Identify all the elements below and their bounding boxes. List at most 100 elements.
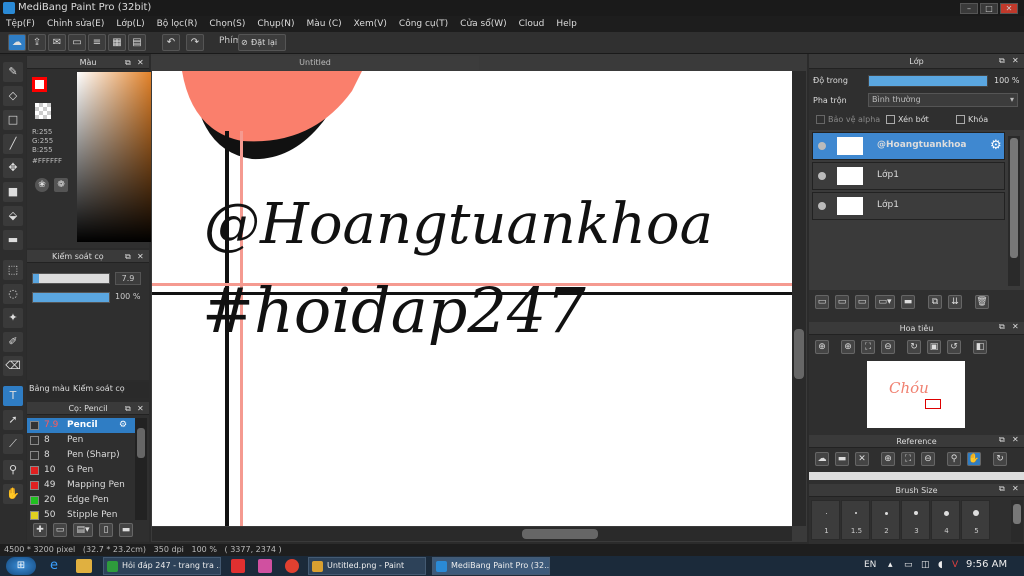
browser-icon[interactable]: e — [50, 558, 66, 574]
folder-icon[interactable]: ▬ — [119, 523, 133, 537]
brush-size-cell[interactable]: 2 — [871, 500, 900, 540]
grid-icon[interactable]: ▦ — [108, 34, 126, 51]
reset-rotation-icon[interactable]: ↺ — [947, 340, 961, 354]
media-player-icon[interactable] — [231, 559, 245, 573]
gear-icon[interactable]: ⚙ — [990, 138, 1002, 153]
add-halftone-layer-icon[interactable]: ▭ — [835, 295, 849, 309]
menu-layer[interactable]: Lớp(L) — [110, 19, 150, 29]
magic-wand-icon[interactable]: ✦ — [3, 308, 23, 328]
brush-file-icon[interactable]: ▯ — [99, 523, 113, 537]
taskbar-item[interactable]: MediBang Paint Pro (32... — [432, 557, 550, 575]
menu-file[interactable]: Tệp(F) — [0, 19, 41, 29]
move-tool-icon[interactable]: ✥ — [3, 158, 23, 178]
brush-list-scrollbar[interactable] — [135, 418, 147, 520]
undock-icon[interactable]: ⧉ — [125, 58, 131, 68]
rotate-icon[interactable]: ↻ — [993, 452, 1007, 466]
flip-icon[interactable]: ◧ — [973, 340, 987, 354]
layer-item[interactable]: @Hoangtuankhoa ⚙ — [812, 132, 1005, 160]
undock-icon[interactable]: ⧉ — [125, 404, 131, 414]
menu-view[interactable]: Xem(V) — [348, 19, 393, 29]
primary-color-swatch[interactable] — [32, 77, 47, 92]
close-panel-icon[interactable]: ✕ — [137, 58, 144, 67]
scroll-thumb[interactable] — [137, 428, 145, 458]
select-eraser-icon[interactable]: ⌫ — [3, 356, 23, 376]
layer-item[interactable]: Lớp1 — [812, 162, 1005, 190]
folder-icon[interactable]: ▬ — [901, 295, 915, 309]
explorer-icon[interactable] — [76, 559, 92, 573]
lock-checkbox[interactable] — [956, 115, 965, 124]
add-layer-icon[interactable]: ▭ — [815, 295, 829, 309]
vscroll-thumb[interactable] — [794, 329, 804, 379]
volume-icon[interactable]: ◖ — [938, 560, 943, 570]
navigator-preview[interactable]: Chóu — [867, 361, 965, 428]
paint-app-icon[interactable] — [258, 559, 272, 573]
cloud-icon[interactable]: ☁ — [815, 452, 829, 466]
brush-size-cell[interactable]: 1 — [811, 500, 840, 540]
gear-icon[interactable]: ⚙ — [119, 418, 127, 433]
folder-icon[interactable]: ▬ — [835, 452, 849, 466]
brush-item[interactable]: 7.9 Pencil ⚙ — [27, 418, 135, 433]
undock-icon[interactable]: ⧉ — [125, 252, 131, 262]
zoom-in-icon[interactable]: ⊕ — [881, 452, 895, 466]
clock[interactable]: 9:56 AM — [966, 559, 1007, 570]
menu-select[interactable]: Chọn(S) — [203, 19, 251, 29]
undock-icon[interactable]: ⧉ — [999, 56, 1005, 66]
operation-tool-icon[interactable]: ➚ — [3, 410, 23, 430]
merge-layer-icon[interactable]: ⇊ — [948, 295, 962, 309]
layer-list-scrollbar[interactable] — [1008, 136, 1020, 286]
document-tab[interactable]: Untitled — [151, 56, 479, 70]
chrome-icon[interactable] — [285, 559, 299, 573]
cloud-icon[interactable]: ☁ — [8, 34, 26, 51]
close-icon[interactable]: ✕ — [855, 452, 869, 466]
redo-icon[interactable]: ↷ — [186, 34, 204, 51]
zoom-in-icon[interactable]: ⊕ — [841, 340, 855, 354]
minimize-button[interactable]: – — [960, 3, 978, 14]
hscroll-thumb[interactable] — [522, 529, 598, 539]
tray-expand-icon[interactable]: ▴ — [888, 560, 893, 570]
brush-size-cell[interactable]: 1.5 — [841, 500, 870, 540]
canvas-horizontal-scrollbar[interactable] — [152, 527, 792, 541]
add-layer-menu-icon[interactable]: ▭▾ — [875, 295, 895, 309]
brush-size-cell[interactable]: 5 — [961, 500, 990, 540]
tab-palette[interactable]: Bảng màu — [29, 384, 70, 393]
bucket-tool-icon[interactable]: ⬙ — [3, 206, 23, 226]
new-document-icon[interactable]: ▭ — [68, 34, 86, 51]
taskbar-item[interactable]: Untitled.png - Paint — [308, 557, 426, 575]
close-button[interactable]: ✕ — [1000, 3, 1018, 14]
brush-item[interactable]: 50 Stipple Pen — [27, 508, 135, 520]
brush-size-cell[interactable]: 3 — [901, 500, 930, 540]
fit-screen-icon[interactable]: ▣ — [927, 340, 941, 354]
brush-opacity-slider[interactable] — [32, 292, 110, 303]
close-panel-icon[interactable]: ✕ — [137, 252, 144, 261]
lasso-tool-icon[interactable]: ◌ — [3, 284, 23, 304]
fit-icon[interactable]: ⛶ — [901, 452, 915, 466]
text-tool-icon[interactable]: T — [3, 386, 23, 406]
reset-button[interactable]: ⊘ Đặt lại — [238, 34, 286, 51]
maximize-button[interactable]: □ — [980, 3, 998, 14]
menu-window[interactable]: Cửa sổ(W) — [454, 19, 512, 29]
select-pen-icon[interactable]: ✐ — [3, 332, 23, 352]
zoom-out-icon[interactable]: ⊖ — [881, 340, 895, 354]
brush-item[interactable]: 8 Pen — [27, 433, 135, 448]
eraser-tool-icon[interactable]: ◇ — [3, 86, 23, 106]
menu-filter[interactable]: Bộ lọc(R) — [151, 19, 204, 29]
visibility-icon[interactable] — [818, 202, 826, 210]
taskbar-item[interactable]: Hỏi đáp 247 - trang tra ... — [103, 557, 221, 575]
undock-icon[interactable]: ⧉ — [999, 484, 1005, 494]
palette-icon[interactable]: ❀ — [35, 178, 49, 192]
menu-help[interactable]: Help — [550, 19, 583, 29]
color-wheel-icon[interactable]: ❁ — [54, 178, 68, 192]
tab-brush-control[interactable]: Kiểm soát cọ — [73, 384, 125, 393]
rotate-icon[interactable]: ↻ — [907, 340, 921, 354]
hand-icon[interactable]: ✋ — [967, 452, 981, 466]
visibility-icon[interactable] — [818, 142, 826, 150]
tile-icon[interactable]: ▤ — [128, 34, 146, 51]
document-list-icon[interactable]: ≡ — [88, 34, 106, 51]
brush-item[interactable]: 20 Edge Pen — [27, 493, 135, 508]
drawing-canvas[interactable]: @Hoangtuankhoa #hoidap247 — [152, 71, 792, 526]
new-brush-icon[interactable]: ▭ — [53, 523, 67, 537]
brush-item[interactable]: 10 G Pen — [27, 463, 135, 478]
blend-mode-select[interactable]: Bình thường ▾ — [868, 93, 1018, 107]
eyedropper-icon[interactable]: ⚲ — [947, 452, 961, 466]
visibility-icon[interactable] — [818, 172, 826, 180]
